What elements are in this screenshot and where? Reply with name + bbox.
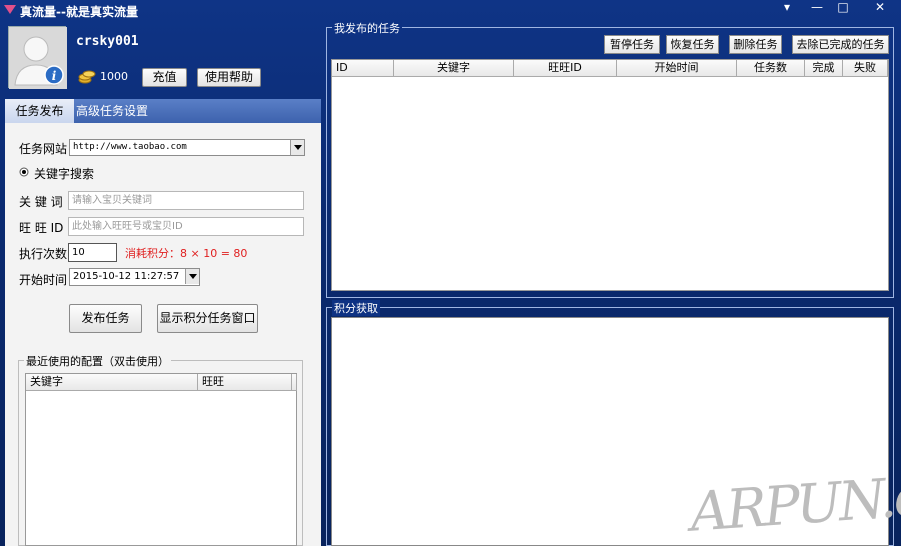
recent-config-title: 最近使用的配置（双击使用） (24, 353, 171, 369)
user-avatar-icon: i (9, 27, 67, 89)
start-time-value: 2015-10-12 11:27:57 (73, 271, 180, 282)
radio-keyword-search[interactable] (19, 167, 29, 177)
points-title: 积分获取 (332, 300, 380, 316)
menu-button[interactable]: ▾ (772, 0, 802, 16)
close-button[interactable]: ✕ (862, 0, 898, 16)
column-header-keyword[interactable]: 关键字 (26, 374, 198, 391)
column-header-keyword[interactable]: 关键字 (394, 60, 514, 77)
column-header-wangwang-id[interactable]: 旺旺ID (514, 60, 617, 77)
column-header-start-time[interactable]: 开始时间 (617, 60, 737, 77)
username: crsky001 (76, 34, 139, 49)
wangwang-label: 旺 旺 ID (19, 221, 64, 235)
exec-count-input[interactable]: 10 (68, 243, 117, 262)
app-logo-icon (4, 5, 16, 14)
publish-panel: 任务网站 http://www.taobao.com 关键字搜索 关 键 词 请… (5, 123, 321, 546)
site-select-value: http://www.taobao.com (73, 142, 187, 152)
radio-keyword-label: 关键字搜索 (34, 167, 95, 181)
tab-publish[interactable]: 任务发布 (5, 99, 74, 123)
publish-task-button[interactable]: 发布任务 (69, 304, 142, 333)
start-time-picker[interactable]: 2015-10-12 11:27:57 (69, 268, 200, 286)
keyword-input[interactable]: 请输入宝贝关键词 (68, 191, 304, 210)
keyword-label: 关 键 词 (19, 195, 63, 209)
help-button[interactable]: 使用帮助 (197, 68, 261, 87)
show-points-window-button[interactable]: 显示积分任务窗口 (157, 304, 258, 333)
wangwang-input[interactable]: 此处输入旺旺号或宝贝ID (68, 217, 304, 236)
chevron-down-icon[interactable] (290, 140, 304, 155)
column-header-filler (292, 374, 297, 391)
avatar: i (8, 26, 67, 89)
app-window: 真流量--就是真实流量 ▾ — □ ✕ i crsky001 1000 充值 使… (0, 0, 901, 546)
my-tasks-table[interactable]: ID 关键字 旺旺ID 开始时间 任务数 完成 失败 (331, 59, 889, 291)
svg-text:i: i (52, 69, 57, 83)
tab-bar: 任务发布 高级任务设置 (5, 99, 321, 123)
exec-count-label: 执行次数 (19, 247, 68, 261)
start-time-label: 开始时间 (19, 273, 68, 287)
my-tasks-title: 我发布的任务 (332, 20, 402, 36)
chevron-down-icon[interactable] (185, 269, 199, 284)
recent-config-table[interactable]: 关键字 旺旺 (25, 373, 297, 546)
site-label: 任务网站 (19, 142, 68, 156)
column-header-wangwang[interactable]: 旺旺 (198, 374, 292, 391)
pause-task-button[interactable]: 暂停任务 (604, 35, 660, 54)
delete-task-button[interactable]: 删除任务 (729, 35, 782, 54)
column-header-task-count[interactable]: 任务数 (737, 60, 805, 77)
column-header-id[interactable]: ID (332, 60, 394, 77)
column-header-failed[interactable]: 失败 (843, 60, 888, 77)
tab-advanced-settings[interactable]: 高级任务设置 (76, 99, 148, 123)
column-header-done[interactable]: 完成 (805, 60, 843, 77)
credits-count: 1000 (100, 70, 128, 83)
recharge-button[interactable]: 充值 (142, 68, 187, 87)
remove-completed-button[interactable]: 去除已完成的任务 (792, 35, 889, 54)
resume-task-button[interactable]: 恢复任务 (666, 35, 719, 54)
maximize-button[interactable]: □ (828, 0, 858, 16)
window-title: 真流量--就是真实流量 (20, 5, 138, 19)
cost-text: 消耗积分：8 × 10 = 80 (125, 247, 248, 260)
coins-icon (78, 70, 96, 84)
site-select[interactable]: http://www.taobao.com (69, 139, 305, 156)
title-bar: 真流量--就是真实流量 ▾ — □ ✕ (0, 0, 901, 20)
